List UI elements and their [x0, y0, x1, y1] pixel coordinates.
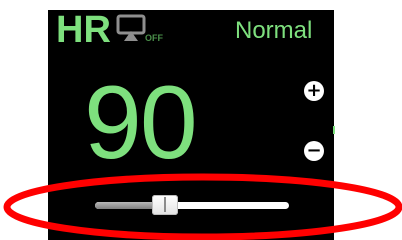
increase-button[interactable]: + — [304, 81, 324, 101]
screen-mirroring-icon[interactable] — [116, 14, 146, 42]
heart-rate-value: 90 — [84, 65, 198, 181]
mirroring-status-label: OFF — [145, 33, 163, 43]
slider-thumb[interactable] — [151, 195, 178, 215]
panel-edge-mark — [333, 126, 335, 134]
alarm-status-label: Normal — [235, 17, 313, 44]
heart-rate-slider[interactable] — [95, 195, 289, 215]
decrease-button[interactable]: − — [304, 141, 324, 161]
parameter-label: HR — [56, 9, 111, 51]
